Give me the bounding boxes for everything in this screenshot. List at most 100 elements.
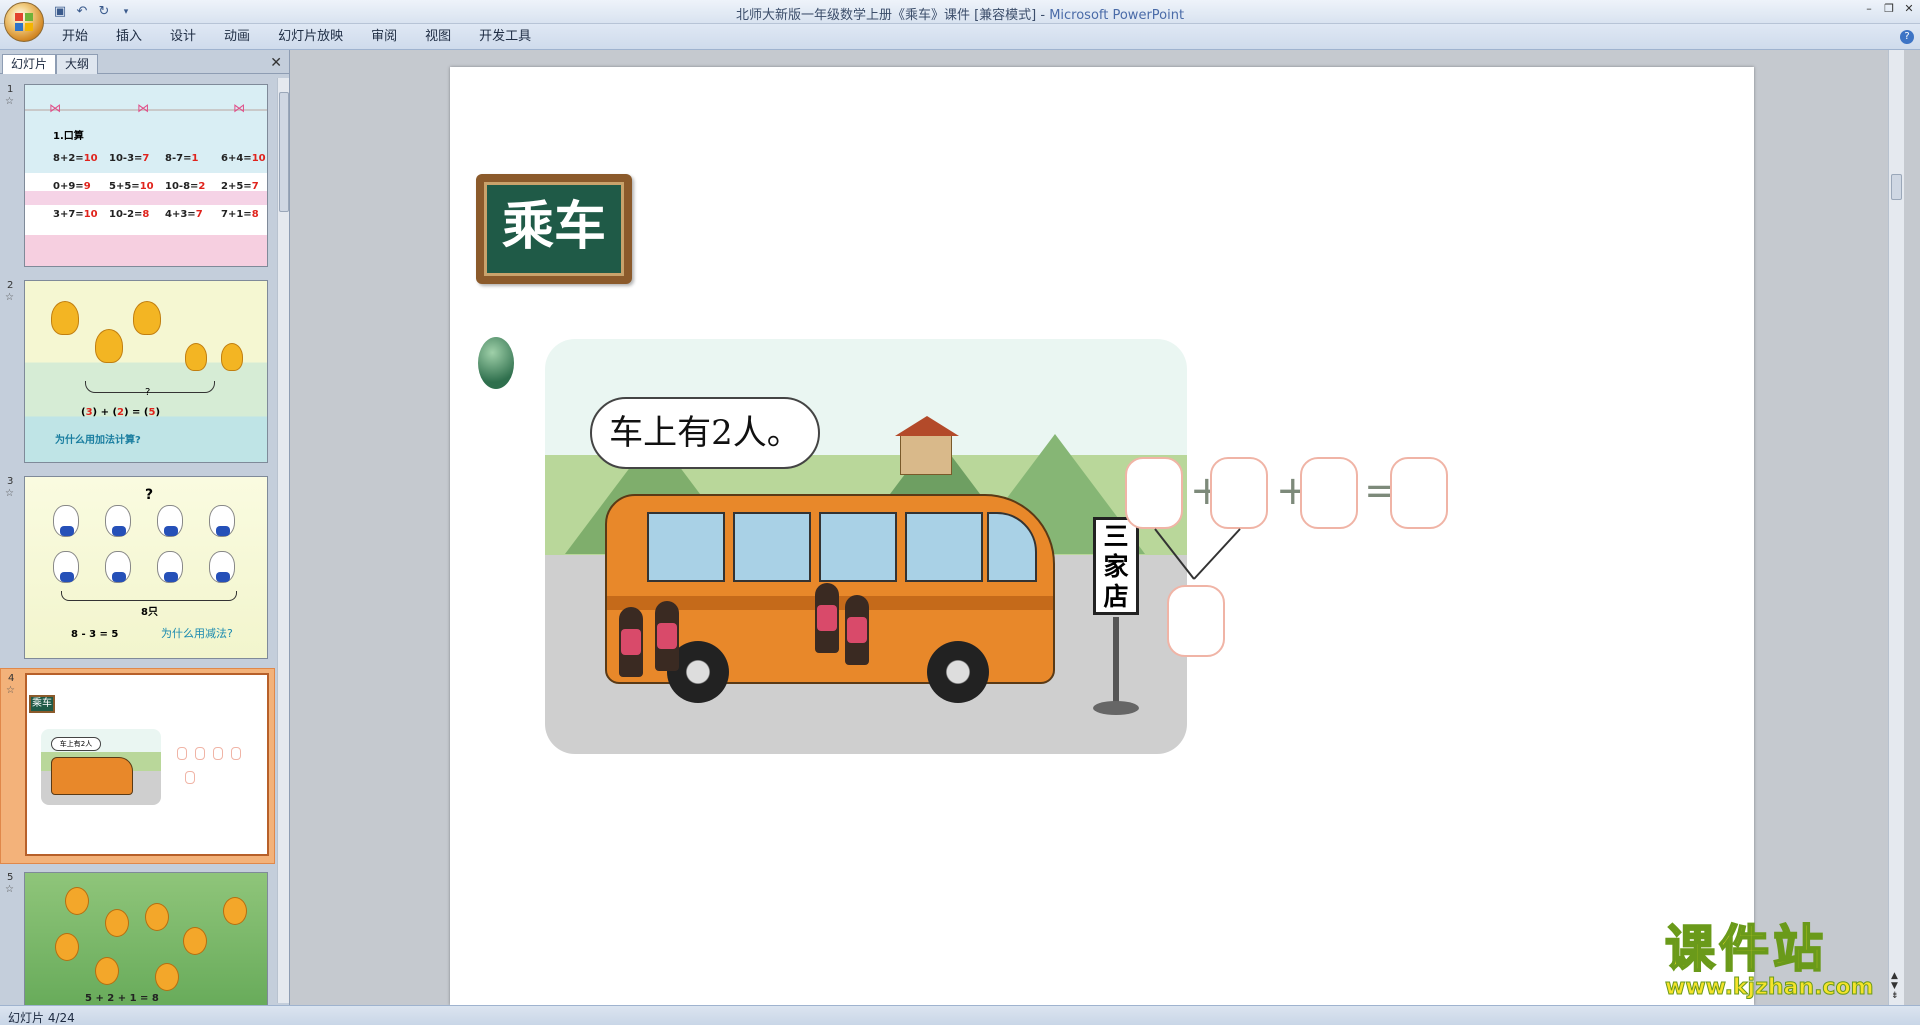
thumb-title: 1.口算 (53, 131, 84, 142)
close-pane-icon[interactable]: ✕ (270, 55, 282, 71)
bear-icon (223, 897, 247, 925)
slide-thumb-1[interactable]: ⋈ ⋈ ⋈ 1.口算 8+2=10 10-3=7 8-7=1 6+4=10 0+… (24, 84, 268, 267)
tab-design[interactable]: 设计 (156, 29, 210, 45)
kitty-icon (209, 551, 235, 583)
thumb-bus (51, 757, 133, 795)
thumb-equation: (3) + (2) = (5) (81, 407, 161, 418)
bow-icon: ⋈ (233, 101, 245, 115)
kitty-icon (105, 551, 131, 583)
tab-insert[interactable]: 插入 (102, 29, 156, 45)
tab-slideshow[interactable]: 幻灯片放映 (264, 29, 357, 45)
thumb-note: 为什么用加法计算? (55, 435, 141, 446)
thumb-equation: 5 + 2 + 1 = 8 (85, 993, 159, 1004)
thumb-eq-box (177, 747, 187, 760)
slide-indicator: 幻灯片 4/24 (8, 1011, 75, 1025)
title-bar: ▣ ↶ ↻ ▾ 北师大新版一年级数学上册《乘车》课件 [兼容模式] - Micr… (0, 0, 1920, 24)
thumb-eq-box (195, 747, 205, 760)
slide-number: 2 (7, 280, 14, 291)
animation-star-icon: ☆ (5, 292, 14, 303)
question-mark: ? (145, 387, 151, 398)
restore-icon[interactable]: ❐ (1882, 2, 1896, 16)
tab-outline[interactable]: 大纲 (56, 54, 99, 74)
slide-thumb-5[interactable]: 5 + 2 + 1 = 8 (24, 872, 268, 1005)
slide-scrollbar[interactable]: ▲ ▼ ⇟ (1888, 50, 1904, 1005)
thumb-row: 0+9=9 5+5=10 10-8=2 2+5=7 (53, 181, 259, 192)
thumb-equation: 8 - 3 = 5 (71, 629, 119, 640)
kitty-icon (157, 505, 183, 537)
tab-review[interactable]: 审阅 (357, 29, 411, 45)
watermark-url: www.kjzhan.com (1665, 975, 1875, 1001)
combine-lines (1154, 528, 1241, 580)
answer-box-sum[interactable] (1167, 585, 1225, 657)
watermark: 课件站 www.kjzhan.com (1664, 920, 1910, 1003)
scroll-thumb[interactable] (279, 92, 289, 212)
kitty-icon (53, 551, 79, 583)
thumb-eq-box (231, 747, 241, 760)
thumb-band (25, 235, 267, 266)
status-bar: 幻灯片 4/24 (0, 1005, 1920, 1025)
window-title: 北师大新版一年级数学上册《乘车》课件 [兼容模式] - Microsoft Po… (735, 8, 1185, 23)
help-icon[interactable]: ? (1900, 30, 1914, 44)
slides-pane: 幻灯片 大纲 ✕ 1 ☆ ⋈ ⋈ ⋈ 1.口算 8+2=10 10-3=7 8-… (0, 50, 290, 1005)
thumbnail-scrollbar[interactable] (277, 78, 289, 1003)
tiger-icon (95, 329, 123, 363)
tiger-icon (51, 301, 79, 335)
slide-canvas[interactable]: 乘车 车上有2人。 三家店 + + = (450, 67, 1754, 1005)
bear-icon (155, 963, 179, 991)
slide-editor: 乘车 车上有2人。 三家店 + + = ▲ ▼ ⇟ (292, 50, 1904, 1005)
slide-thumb-row-1[interactable]: 1 ☆ ⋈ ⋈ ⋈ 1.口算 8+2=10 10-3=7 8-7=1 6+4=1… (0, 80, 275, 272)
watermark-cn: 课件站 (1664, 920, 1827, 978)
thumb-eq-box (185, 771, 195, 784)
bow-icon: ⋈ (137, 101, 149, 115)
bear-icon (95, 957, 119, 985)
thumb-row: 8+2=10 10-3=7 8-7=1 6+4=10 (53, 153, 266, 164)
thumb-row: 3+7=10 10-2=8 4+3=7 7+1=8 (53, 209, 259, 220)
tab-home[interactable]: 开始 (48, 29, 102, 45)
slide-number: 3 (7, 476, 14, 487)
slide-thumb-row-5[interactable]: 5 ☆ 5 + 2 + 1 = 8 (0, 868, 275, 1005)
thumb-note: 为什么用减法? (161, 627, 233, 640)
close-icon[interactable]: ✕ (1902, 2, 1916, 16)
ribbon-tabs: 开始 插入 设计 动画 幻灯片放映 审阅 视图 开发工具 (48, 29, 545, 45)
animation-star-icon: ☆ (5, 488, 14, 499)
kitty-icon (209, 505, 235, 537)
tiger-icon (221, 343, 243, 371)
slide-thumb-3[interactable]: ? 8只 8 - 3 = 5 为什么用减法? (24, 476, 268, 659)
slide-number: 4 (8, 673, 15, 684)
tiger-icon (133, 301, 161, 335)
kitty-icon (53, 505, 79, 537)
slide-thumb-2[interactable]: ? (3) + (2) = (5) 为什么用加法计算? (24, 280, 268, 463)
minimize-icon[interactable]: – (1862, 2, 1876, 16)
window-controls: – ❐ ✕ (1862, 2, 1916, 16)
slide-thumb-row-2[interactable]: 2 ☆ ? (3) + (2) = (5) 为什么用加法计算? (0, 276, 275, 468)
bear-icon (145, 903, 169, 931)
tab-developer[interactable]: 开发工具 (465, 29, 545, 45)
slide-number: 1 (7, 84, 14, 95)
tab-slides[interactable]: 幻灯片 (2, 54, 57, 74)
app-name: Microsoft PowerPoint (1049, 8, 1185, 23)
pane-tabs: 幻灯片 大纲 ✕ (0, 52, 290, 74)
bear-icon (105, 909, 129, 937)
scroll-thumb[interactable] (1891, 174, 1902, 200)
thumb-band (25, 191, 267, 205)
thumb-bubble: 车上有2人 (51, 737, 101, 751)
slide-thumbnails: 1 ☆ ⋈ ⋈ ⋈ 1.口算 8+2=10 10-3=7 8-7=1 6+4=1… (0, 80, 275, 1005)
slide-thumb-row-4[interactable]: 4 ☆ 乘车 车上有2人 (0, 668, 275, 864)
tab-view[interactable]: 视图 (411, 29, 465, 45)
bear-icon (183, 927, 207, 955)
slide-thumb-row-3[interactable]: 3 ☆ ? 8只 8 - 3 = 5 为什么用减法? (0, 472, 275, 664)
office-logo-icon (15, 13, 35, 33)
animation-star-icon: ☆ (6, 685, 15, 696)
bear-icon (65, 887, 89, 915)
kitty-icon (105, 505, 131, 537)
ribbon: 开始 插入 设计 动画 幻灯片放映 审阅 视图 开发工具 ? (0, 24, 1920, 50)
brace (61, 591, 237, 601)
tiger-icon (185, 343, 207, 371)
thumb-title: 乘车 (29, 695, 55, 713)
question-mark: ? (145, 487, 154, 503)
slide-thumb-4[interactable]: 乘车 车上有2人 (25, 673, 269, 856)
office-button[interactable] (4, 2, 44, 42)
document-title: 北师大新版一年级数学上册《乘车》课件 [兼容模式] (735, 8, 1037, 23)
tab-animations[interactable]: 动画 (210, 29, 264, 45)
thumb-eq-box (213, 747, 223, 760)
